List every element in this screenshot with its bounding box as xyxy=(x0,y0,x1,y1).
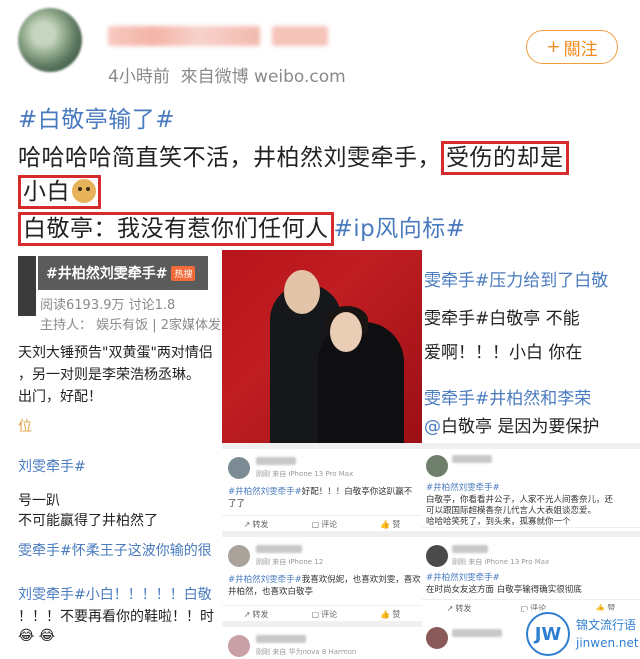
highlight-box-3: 白敬亭：我没有惹你们任何人 xyxy=(18,212,334,246)
commenter-avatar xyxy=(426,545,448,567)
follow-label: 關注 xyxy=(563,39,598,60)
left-text-10: ！！！不要再看你的鞋啦！！时 xyxy=(18,609,214,625)
username-blurred[interactable] xyxy=(108,26,260,46)
post-time: 4小時前 xyxy=(108,67,170,87)
post-line-1: 哈哈哈哈简直笑不活，井柏然刘雯牵手， 受伤的却是 xyxy=(18,138,569,175)
user-badge-blurred xyxy=(272,26,328,46)
like-button[interactable]: 👍 赞 xyxy=(380,609,400,620)
plus-icon: + xyxy=(546,37,561,57)
commenter-avatar xyxy=(426,627,448,649)
share-button[interactable]: ↗ 转发 xyxy=(447,603,472,614)
right-text-2: 雯牵手#白敬亭 不能 xyxy=(424,309,580,329)
right-comment-card-1[interactable]: #井柏然刘雯牵手# 白敬亭，你看看井公子，人家不光人间香奈儿，还 可以跟国际超模… xyxy=(422,443,640,541)
comment-card-2[interactable]: 刚刚 来自 iPhone 12 #井柏然刘雯牵手#我喜欢倪妮，也喜欢刘雯，喜欢 … xyxy=(222,531,422,621)
post-meta: 4小時前 來自微博 weibo.com xyxy=(108,62,346,87)
commenter-avatar xyxy=(426,455,448,477)
left-text-7: 不可能赢得了井柏然了 xyxy=(18,513,158,529)
right-text-4: 雯牵手#井柏然和李荣 xyxy=(424,389,592,409)
commenter-name-blurred xyxy=(256,635,306,643)
hot-badge: 热搜 xyxy=(171,265,196,281)
left-screenshot-panel: #井柏然刘雯牵手# 热搜 阅读6193.9万 讨论1.8 主持人： 娱乐有饭 | … xyxy=(18,250,222,659)
post-source: 來自微博 weibo.com xyxy=(180,67,346,87)
topic-thumbnail xyxy=(18,256,36,316)
right-screenshot-panel: 雯牵手#压力给到了白敬 雯牵手#白敬亭 不能 爱啊！！！小白 你在 雯牵手#井柏… xyxy=(422,250,640,659)
jinwen-logo-icon: JW xyxy=(526,612,570,656)
comment-button[interactable]: ▢ 评论 xyxy=(312,609,338,620)
highlight-box-1: 受伤的却是 xyxy=(441,141,569,175)
left-text-1: 天刘大锤预告"双黄蛋"两对情侣 xyxy=(18,345,213,361)
site-watermark: JW 锦文流行语 jinwen.net xyxy=(524,610,640,659)
post-line-3: 白敬亭：我没有惹你们任何人 #ip风向标# xyxy=(18,209,466,246)
commenter-name-blurred xyxy=(452,545,488,553)
left-text-2: ，另一对则是李荣浩杨丞琳。 xyxy=(18,367,200,383)
watermark-url: jinwen.net xyxy=(576,636,639,650)
left-text-3: 出门，好配！ xyxy=(18,389,102,405)
comment-actions-2: ↗ 转发 ▢ 评论 👍 赞 xyxy=(222,605,422,620)
man-head xyxy=(284,270,320,314)
topic-header[interactable]: #井柏然刘雯牵手# 热搜 xyxy=(38,256,208,290)
share-button[interactable]: ↗ 转发 xyxy=(244,519,269,530)
commenter-name-blurred xyxy=(452,455,492,463)
commenter-avatar xyxy=(228,457,250,479)
left-text-8: 雯牵手#怀柔王子这波你输的很 xyxy=(18,543,212,559)
ip-hashtag-link[interactable]: #ip风向标# xyxy=(334,216,466,242)
right-text-1: 雯牵手#压力给到了白敬 xyxy=(424,271,609,291)
comment-card-3[interactable]: 刚刚 来自 华为nova 8 Harmon xyxy=(222,621,422,659)
watermark-title: 锦文流行语 xyxy=(576,618,637,632)
left-text-4: 位 xyxy=(18,419,32,435)
doge-emoji-icon xyxy=(72,179,96,203)
couple-photo[interactable] xyxy=(222,250,422,443)
right-text-3: 爱啊！！！小白 你在 xyxy=(424,343,583,363)
left-text-6: 号一趴 xyxy=(18,493,60,509)
post-hashtag-title[interactable]: #白敬亭输了# xyxy=(18,100,175,134)
comment-card-1[interactable]: 刚刚 来自 iPhone 13 Pro Max #井柏然刘雯牵手#好配！！！白敬… xyxy=(222,443,422,531)
commenter-avatar xyxy=(228,635,250,657)
share-button[interactable]: ↗ 转发 xyxy=(244,609,269,620)
right-text-5: @白敬亭 是因为要保护 xyxy=(424,417,600,437)
woman-head xyxy=(330,312,362,352)
left-text-5[interactable]: 刘雯牵手# xyxy=(18,456,86,476)
post-line-2: 小白 xyxy=(18,172,101,209)
comment-actions-1: ↗ 转发 ▢ 评论 👍 赞 xyxy=(222,515,422,530)
commenter-avatar xyxy=(228,545,250,567)
follow-button[interactable]: + 關注 xyxy=(526,30,618,64)
left-text-9: 刘雯牵手#小白！！！！！白敬 xyxy=(18,587,212,603)
commenter-name-blurred xyxy=(256,545,302,553)
middle-screenshot-panel: 刚刚 来自 iPhone 13 Pro Max #井柏然刘雯牵手#好配！！！白敬… xyxy=(222,250,422,659)
user-avatar[interactable] xyxy=(18,8,82,72)
like-button[interactable]: 👍 赞 xyxy=(380,519,400,530)
commenter-name-blurred xyxy=(256,457,296,465)
topic-stats: 阅读6193.9万 讨论1.8 xyxy=(40,298,176,313)
comment-button[interactable]: ▢ 评论 xyxy=(312,519,338,530)
highlight-box-2: 小白 xyxy=(18,175,101,209)
commenter-name-blurred xyxy=(452,629,502,637)
laugh-emoji-icons: 😂 😂 xyxy=(18,628,56,644)
topic-host: 主持人： 娱乐有饭 | 2家媒体发 xyxy=(40,318,222,333)
